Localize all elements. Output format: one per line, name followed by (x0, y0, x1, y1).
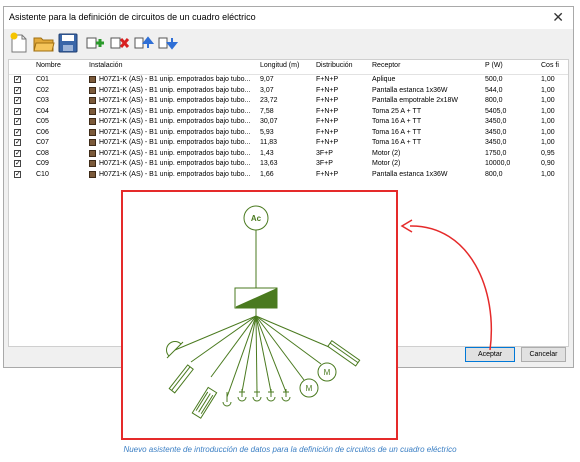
callout-arrow (400, 219, 492, 351)
figure-caption: Nuevo asistente de introducción de datos… (123, 445, 457, 454)
